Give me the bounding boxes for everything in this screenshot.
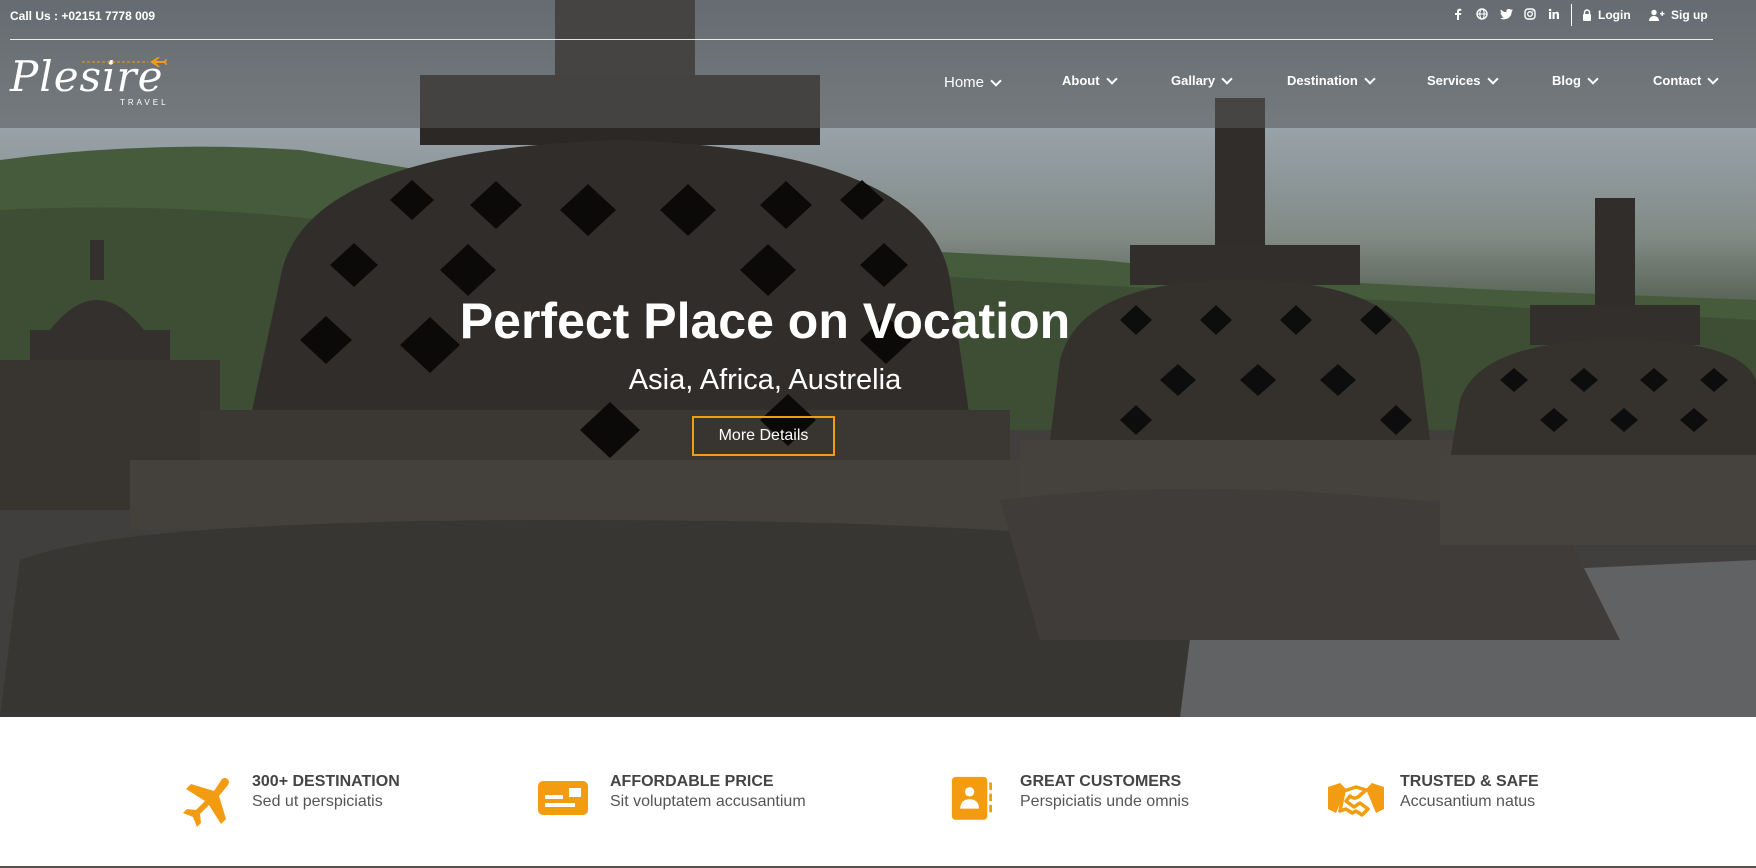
topbar-divider (1571, 4, 1572, 26)
feature-title: TRUSTED & SAFE (1400, 773, 1539, 790)
login-label: Login (1598, 8, 1631, 22)
lock-icon (1583, 9, 1591, 21)
feature-price: AFFORDABLE PRICE Sit voluptatem accusant… (536, 773, 806, 833)
price-card-icon (538, 781, 588, 815)
chevron-down-icon (1105, 72, 1118, 85)
customer-contact-icon (951, 776, 992, 820)
more-details-button[interactable]: More Details (692, 416, 835, 456)
site-logo[interactable]: Plesire TRAVEL (10, 52, 170, 112)
chevron-down-icon (1364, 72, 1376, 85)
chevron-down-icon (990, 74, 1002, 87)
feature-title: 300+ DESTINATION (252, 773, 400, 790)
airplane-icon (183, 777, 229, 827)
chevron-down-icon (1486, 72, 1499, 85)
linkedin-icon[interactable] (1542, 7, 1566, 25)
feature-customers: GREAT CUSTOMERS Perspiciatis unde omnis (950, 773, 1189, 833)
social-links (1446, 7, 1566, 25)
nav-contact[interactable]: Contact (1653, 72, 1720, 88)
signup-link[interactable]: Sig up (1649, 8, 1708, 22)
nav-destination[interactable]: Destination (1287, 72, 1376, 88)
topbar-rule (10, 39, 1713, 40)
handshake-icon (1328, 783, 1384, 817)
hero-section: Call Us : +02151 7778 009 Login Sig up P… (0, 0, 1756, 717)
nav-about-label: About (1062, 73, 1100, 88)
hero-title: Perfect Place on Vocation (459, 293, 1071, 349)
nav-blog-label: Blog (1552, 73, 1581, 88)
features-section: 300+ DESTINATION Sed ut perspiciatis AFF… (0, 717, 1756, 868)
nav-gallery-label: Gallary (1171, 73, 1216, 88)
nav-about[interactable]: About (1062, 72, 1118, 88)
logo-tagline: TRAVEL (120, 98, 169, 107)
nav-home[interactable]: Home (944, 74, 1002, 91)
instagram-icon[interactable] (1518, 7, 1542, 25)
feature-title: AFFORDABLE PRICE (610, 773, 774, 790)
top-bar: Call Us : +02151 7778 009 Login Sig up (0, 0, 1756, 40)
twitter-icon[interactable] (1494, 7, 1518, 25)
hero-subtitle: Asia, Africa, Austrelia (628, 364, 902, 396)
chevron-down-icon (1587, 72, 1599, 85)
feature-desc: Sed ut perspiciatis (252, 793, 383, 810)
feature-desc: Perspiciatis unde omnis (1020, 793, 1189, 810)
feature-trusted: TRUSTED & SAFE Accusantium natus (1326, 773, 1539, 833)
nav-home-label: Home (944, 74, 985, 91)
nav-services-label: Services (1427, 73, 1481, 88)
chevron-down-icon (1221, 72, 1233, 85)
feature-desc: Sit voluptatem accusantium (610, 793, 806, 810)
signup-label: Sig up (1671, 8, 1708, 22)
feature-desc: Accusantium natus (1400, 793, 1536, 810)
facebook-icon[interactable] (1446, 7, 1470, 25)
user-plus-icon (1649, 9, 1665, 21)
feature-destination: 300+ DESTINATION Sed ut perspiciatis (178, 773, 400, 833)
nav-blog[interactable]: Blog (1552, 72, 1599, 88)
nav-destination-label: Destination (1287, 73, 1358, 88)
airplane-logo-icon (82, 57, 167, 67)
login-link[interactable]: Login (1582, 8, 1631, 22)
call-us-text: Call Us : +02151 7778 009 (10, 9, 156, 23)
nav-services[interactable]: Services (1427, 72, 1499, 88)
nav-contact-label: Contact (1653, 73, 1702, 88)
nav-gallery[interactable]: Gallary (1171, 72, 1233, 88)
globe-icon[interactable] (1470, 7, 1494, 25)
feature-title: GREAT CUSTOMERS (1020, 773, 1182, 790)
chevron-down-icon (1707, 72, 1720, 85)
